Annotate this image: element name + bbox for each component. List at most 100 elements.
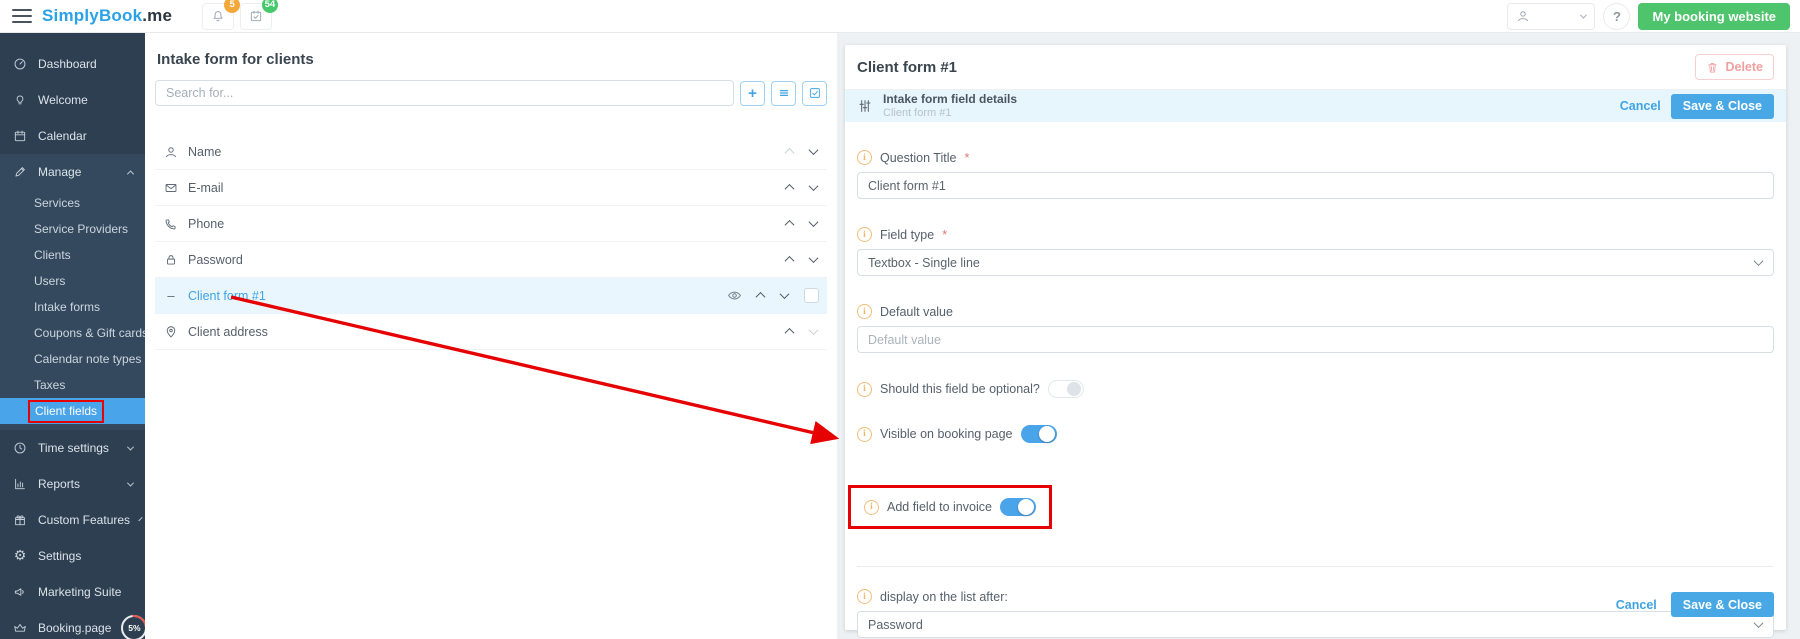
gear-icon: ⚙ bbox=[12, 549, 28, 563]
move-up-button[interactable] bbox=[783, 182, 795, 194]
help-button[interactable]: ? bbox=[1603, 3, 1630, 30]
chevron-down-icon bbox=[127, 479, 134, 486]
add-field-button[interactable]: + bbox=[740, 81, 765, 106]
plus-icon: + bbox=[748, 85, 757, 102]
my-booking-website-button[interactable]: My booking website bbox=[1638, 3, 1790, 30]
detail-header: Client form #1 Delete bbox=[845, 45, 1786, 90]
info-icon: i bbox=[857, 150, 872, 165]
chevron-down-icon bbox=[1754, 618, 1764, 628]
sidebar-item-dashboard[interactable]: Dashboard bbox=[0, 46, 145, 82]
move-down-button bbox=[807, 326, 819, 338]
hamburger-menu-icon[interactable] bbox=[12, 9, 32, 23]
sidebar-item-booking-page[interactable]: Booking.page 5% bbox=[0, 610, 145, 639]
select-fields-button[interactable] bbox=[802, 81, 827, 106]
list-item-email[interactable]: E-mail bbox=[155, 170, 827, 206]
list-item-client-form-1[interactable]: – Client form #1 bbox=[155, 278, 827, 314]
field-list: Name E-mail Phone Password – Client form bbox=[155, 134, 827, 350]
top-bar: SimplyBook.me 5 54 ? My booking website bbox=[0, 0, 1800, 33]
search-input[interactable] bbox=[155, 80, 734, 106]
required-asterisk: * bbox=[964, 151, 969, 165]
detail-footer: Cancel Save & Close bbox=[1616, 592, 1774, 617]
sidebar-item-settings[interactable]: ⚙ Settings bbox=[0, 538, 145, 574]
pencil-icon bbox=[12, 165, 28, 179]
list-item-phone[interactable]: Phone bbox=[155, 206, 827, 242]
list-icon bbox=[777, 86, 791, 100]
gauge-icon bbox=[12, 57, 28, 71]
logo-brand: SimplyBook bbox=[42, 6, 142, 25]
list-item-name[interactable]: Name bbox=[155, 134, 827, 170]
move-up-button[interactable] bbox=[783, 326, 795, 338]
sidebar-item-calendar[interactable]: Calendar bbox=[0, 118, 145, 154]
eye-icon[interactable] bbox=[727, 288, 742, 303]
cancel-button-top[interactable]: Cancel bbox=[1620, 99, 1661, 113]
sidebar-item-client-fields[interactable]: Client fields bbox=[0, 398, 145, 424]
save-close-button-bottom[interactable]: Save & Close bbox=[1671, 592, 1774, 617]
default-value-label-row: i Default value bbox=[857, 304, 1774, 319]
move-down-button[interactable] bbox=[807, 182, 819, 194]
sidebar-item-services[interactable]: Services bbox=[0, 190, 145, 216]
move-down-button[interactable] bbox=[807, 254, 819, 266]
default-value-input[interactable] bbox=[857, 326, 1774, 353]
move-up-button bbox=[783, 146, 795, 158]
help-icon: ? bbox=[1613, 9, 1621, 24]
sidebar-item-taxes[interactable]: Taxes bbox=[0, 372, 145, 398]
info-icon: i bbox=[857, 589, 872, 604]
search-row: + bbox=[155, 80, 827, 106]
sidebar-item-coupons-gift-cards[interactable]: Coupons & Gift cards bbox=[0, 320, 145, 346]
sidebar-item-intake-forms[interactable]: Intake forms bbox=[0, 294, 145, 320]
sidebar-item-reports[interactable]: Reports bbox=[0, 466, 145, 502]
user-menu-dropdown[interactable] bbox=[1507, 3, 1595, 30]
chevron-down-icon bbox=[1580, 11, 1587, 18]
save-close-button-top[interactable]: Save & Close bbox=[1671, 94, 1774, 119]
visible-on-booking-page-toggle[interactable] bbox=[1021, 425, 1057, 443]
field-type-select[interactable]: Textbox - Single line bbox=[857, 249, 1774, 276]
manage-section: Manage Services Service Providers Client… bbox=[0, 154, 145, 430]
lightbulb-icon bbox=[12, 93, 28, 107]
move-up-button[interactable] bbox=[783, 254, 795, 266]
dash-icon: – bbox=[163, 288, 179, 303]
move-up-button[interactable] bbox=[754, 290, 766, 302]
question-title-label-row: i Question Title * bbox=[857, 150, 1774, 165]
move-down-button[interactable] bbox=[807, 146, 819, 158]
optional-toggle-row: i Should this field be optional? bbox=[857, 380, 1774, 398]
notifications-button[interactable]: 5 bbox=[202, 3, 234, 30]
move-up-button[interactable] bbox=[783, 218, 795, 230]
sidebar-item-manage[interactable]: Manage bbox=[0, 154, 145, 190]
row-checkbox[interactable] bbox=[804, 288, 819, 303]
chevron-down-icon bbox=[1754, 256, 1764, 266]
detail-toolbar: Intake form field details Client form #1… bbox=[845, 90, 1786, 122]
notifications-badge: 5 bbox=[224, 0, 240, 13]
list-item-client-address[interactable]: Client address bbox=[155, 314, 827, 350]
simplybook-logo[interactable]: SimplyBook.me bbox=[42, 6, 172, 26]
visible-toggle-row: i Visible on booking page bbox=[857, 425, 1774, 443]
add-field-to-invoice-toggle[interactable] bbox=[1000, 498, 1036, 516]
sidebar-item-time-settings[interactable]: Time settings bbox=[0, 430, 145, 466]
logo-suffix: .me bbox=[142, 6, 172, 25]
question-title-input[interactable] bbox=[857, 172, 1774, 199]
delete-button[interactable]: Delete bbox=[1695, 54, 1774, 80]
move-down-button[interactable] bbox=[807, 218, 819, 230]
list-item-password[interactable]: Password bbox=[155, 242, 827, 278]
move-down-button[interactable] bbox=[778, 290, 790, 302]
chevron-down-icon bbox=[138, 516, 142, 520]
sidebar-item-custom-features[interactable]: Custom Features bbox=[0, 502, 145, 538]
list-view-button[interactable] bbox=[771, 81, 796, 106]
sliders-icon bbox=[857, 98, 873, 114]
sidebar-item-welcome[interactable]: Welcome bbox=[0, 82, 145, 118]
sidebar-item-calendar-note-types[interactable]: Calendar note types bbox=[0, 346, 145, 372]
clock-icon bbox=[12, 441, 28, 455]
lock-icon bbox=[163, 253, 179, 267]
trash-icon bbox=[1706, 61, 1719, 74]
calendar-icon bbox=[12, 129, 28, 143]
panel-title: Intake form for clients bbox=[157, 51, 827, 68]
sidebar-item-clients[interactable]: Clients bbox=[0, 242, 145, 268]
sidebar-item-marketing-suite[interactable]: Marketing Suite bbox=[0, 574, 145, 610]
sidebar-item-service-providers[interactable]: Service Providers bbox=[0, 216, 145, 242]
bookings-button[interactable]: 54 bbox=[240, 3, 272, 30]
chevron-down-icon bbox=[127, 443, 134, 450]
cancel-button-bottom[interactable]: Cancel bbox=[1616, 598, 1657, 612]
sidebar-item-users[interactable]: Users bbox=[0, 268, 145, 294]
intake-form-panel: Intake form for clients + Name E-mail bbox=[145, 33, 837, 639]
toolbar-subtitle: Client form #1 bbox=[883, 107, 1017, 120]
optional-toggle[interactable] bbox=[1048, 380, 1084, 398]
